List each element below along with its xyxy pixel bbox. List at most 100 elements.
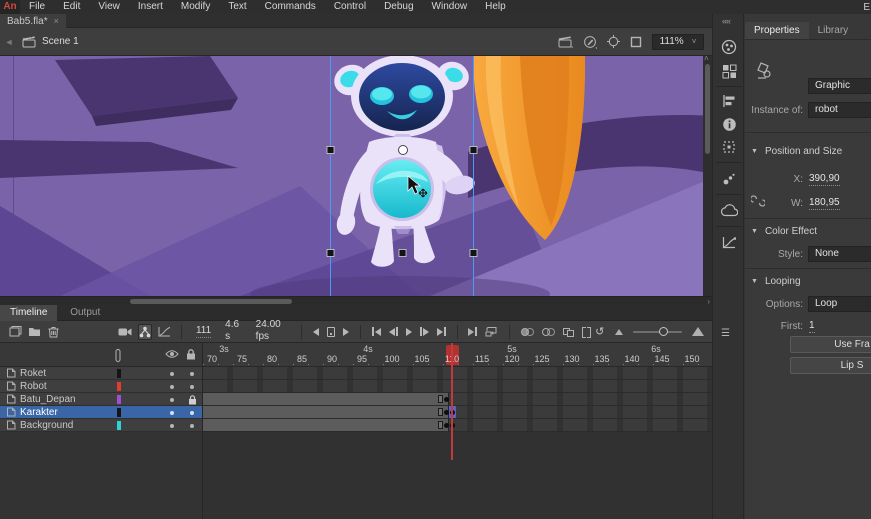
w-value[interactable]: 180,95 bbox=[809, 197, 840, 210]
frame-rate-field[interactable]: 24.00 fps bbox=[256, 319, 287, 344]
elapsed-time-field[interactable]: 4.6 s bbox=[225, 319, 242, 344]
color-effect-section-header[interactable]: ▼ Color Effect bbox=[751, 226, 817, 237]
span-end-marker[interactable] bbox=[438, 421, 443, 429]
color-panel-icon[interactable] bbox=[720, 38, 738, 56]
track-rows[interactable] bbox=[203, 367, 712, 432]
layer-outline-color-swatch[interactable] bbox=[117, 382, 121, 391]
tab-output[interactable]: Output bbox=[60, 305, 110, 321]
onion-skin-outlines-button[interactable] bbox=[542, 328, 555, 336]
swatches-panel-icon[interactable] bbox=[720, 62, 738, 80]
layer-visibility-dot[interactable] bbox=[170, 385, 174, 389]
menu-help[interactable]: Help bbox=[476, 0, 515, 14]
symbol-type-dropdown[interactable]: Graphic bbox=[808, 78, 871, 94]
timeline-zoom-slider[interactable] bbox=[633, 331, 682, 333]
document-tab[interactable]: Bab5.fla* × bbox=[0, 14, 66, 28]
color-style-dropdown[interactable]: None bbox=[808, 246, 871, 262]
step-forward-button[interactable] bbox=[343, 328, 349, 336]
tab-properties[interactable]: Properties bbox=[745, 22, 809, 39]
layer-visibility-dot[interactable] bbox=[170, 372, 174, 376]
menu-file[interactable]: File bbox=[20, 0, 54, 14]
workspace-switcher[interactable]: E bbox=[863, 2, 871, 13]
play-button[interactable] bbox=[406, 328, 412, 336]
tab-timeline[interactable]: Timeline bbox=[0, 305, 57, 321]
layer-outline-color-swatch[interactable] bbox=[117, 395, 121, 404]
reset-timeline-zoom-button[interactable]: ↺ bbox=[595, 325, 604, 338]
center-stage-button[interactable] bbox=[607, 35, 620, 48]
layer-lock-dot[interactable] bbox=[190, 411, 194, 415]
layer-row-karakter[interactable]: Karakter bbox=[0, 406, 202, 419]
close-tab-icon[interactable]: × bbox=[54, 16, 59, 26]
scroll-up-icon[interactable]: ˄ bbox=[704, 54, 709, 63]
frames-area[interactable]: 3s4s5s6s70758085909510010511011512012513… bbox=[203, 343, 712, 519]
current-frame-field[interactable]: 111 bbox=[196, 325, 211, 338]
track-row-background[interactable] bbox=[203, 419, 712, 432]
layer-lock-dot[interactable] bbox=[190, 385, 194, 389]
menu-edit[interactable]: Edit bbox=[54, 0, 89, 14]
keyframe-dot[interactable] bbox=[444, 397, 449, 402]
new-layer-button[interactable] bbox=[9, 324, 22, 340]
layer-parenting-button[interactable] bbox=[138, 324, 152, 340]
previous-keyframe-button[interactable] bbox=[389, 327, 398, 336]
edit-multiple-frames-button[interactable] bbox=[563, 327, 574, 337]
brush-library-panel-icon[interactable] bbox=[720, 170, 738, 188]
lip-syncing-button[interactable]: Lip S bbox=[790, 357, 871, 374]
stage-horizontal-scrollbar[interactable]: › bbox=[0, 296, 712, 305]
clip-content-button[interactable] bbox=[630, 36, 642, 48]
modify-markers-button[interactable] bbox=[582, 327, 591, 336]
edit-symbols-button[interactable] bbox=[583, 35, 597, 49]
position-size-section-header[interactable]: ▼ Position and Size bbox=[751, 146, 842, 157]
vscroll-thumb[interactable] bbox=[705, 64, 710, 154]
layer-outline-color-swatch[interactable] bbox=[117, 408, 121, 417]
edit-scene-button[interactable] bbox=[558, 35, 573, 48]
collapse-panels-icon[interactable]: «« bbox=[722, 16, 730, 26]
info-panel-icon[interactable] bbox=[720, 115, 738, 133]
layer-row-roket[interactable]: Roket bbox=[0, 367, 202, 380]
step-back-button[interactable] bbox=[313, 328, 319, 336]
stage-canvas[interactable] bbox=[0, 56, 712, 296]
layer-row-robot[interactable]: Robot bbox=[0, 380, 202, 393]
layer-lock-dot[interactable] bbox=[190, 372, 194, 376]
go-to-last-frame-button[interactable] bbox=[437, 327, 446, 336]
motion-presets-panel-icon[interactable] bbox=[720, 233, 738, 251]
stage-vertical-scrollbar[interactable]: ˄ bbox=[703, 56, 712, 296]
menu-insert[interactable]: Insert bbox=[129, 0, 172, 14]
layer-visibility-dot[interactable] bbox=[170, 424, 174, 428]
timeline-ruler[interactable]: 3s4s5s6s70758085909510010511011512012513… bbox=[203, 343, 712, 367]
back-arrow-icon[interactable]: ◄ bbox=[0, 37, 18, 47]
lock-icon[interactable] bbox=[186, 349, 196, 360]
track-row-batu_depan[interactable] bbox=[203, 393, 712, 406]
frame-span[interactable] bbox=[203, 419, 449, 431]
scene-name[interactable]: Scene 1 bbox=[42, 36, 79, 47]
stage-zoom-select[interactable]: 111% ˅ bbox=[652, 34, 704, 50]
menu-commands[interactable]: Commands bbox=[256, 0, 325, 14]
zoom-out-frames-icon[interactable] bbox=[615, 329, 623, 335]
add-camera-button[interactable] bbox=[118, 324, 132, 340]
track-row-roket[interactable] bbox=[203, 367, 712, 380]
layer-row-batu_depan[interactable]: Batu_Depan bbox=[0, 393, 202, 406]
tab-library[interactable]: Library bbox=[809, 22, 858, 39]
graph-editor-button[interactable] bbox=[158, 324, 171, 340]
layer-visibility-dot[interactable] bbox=[170, 411, 174, 415]
keyframe-dot[interactable] bbox=[444, 423, 449, 428]
timeline-panel-menu-icon[interactable]: ☰ bbox=[721, 328, 730, 339]
layer-lock-dot[interactable] bbox=[190, 424, 194, 428]
layer-visibility-dot[interactable] bbox=[170, 398, 174, 402]
span-end-marker[interactable] bbox=[438, 408, 443, 416]
app-logo-icon[interactable]: An bbox=[0, 0, 20, 14]
delete-layer-button[interactable] bbox=[47, 324, 59, 340]
layer-row-background[interactable]: Background bbox=[0, 419, 202, 432]
span-end-marker[interactable] bbox=[438, 395, 443, 403]
menu-window[interactable]: Window bbox=[423, 0, 477, 14]
next-keyframe-button[interactable] bbox=[420, 327, 429, 336]
layer-outline-color-swatch[interactable] bbox=[117, 421, 121, 430]
track-row-robot[interactable] bbox=[203, 380, 712, 393]
eye-icon[interactable] bbox=[165, 349, 179, 359]
zoom-slider-knob[interactable] bbox=[659, 327, 668, 336]
x-value[interactable]: 390,90 bbox=[809, 173, 840, 186]
use-frame-picker-button[interactable]: Use Fra bbox=[790, 336, 871, 353]
hscroll-thumb[interactable] bbox=[130, 299, 292, 304]
loop-playback-button[interactable] bbox=[485, 326, 498, 337]
menu-debug[interactable]: Debug bbox=[375, 0, 422, 14]
transform-point-handle[interactable] bbox=[399, 146, 408, 155]
zoom-in-frames-icon[interactable] bbox=[692, 327, 704, 336]
